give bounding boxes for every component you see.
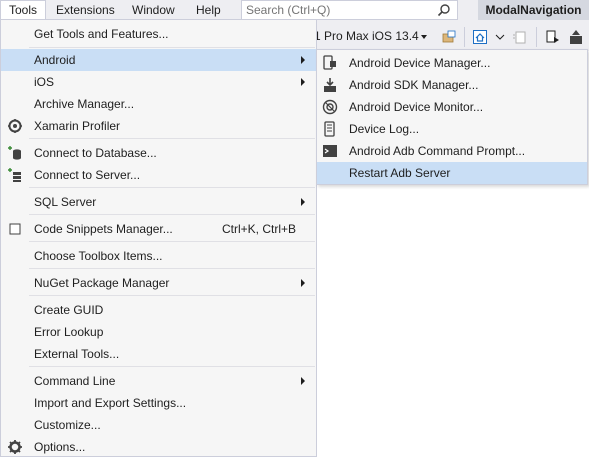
submenu-item-label: Restart Adb Server	[349, 166, 451, 180]
menu-item-android[interactable]: Android	[1, 49, 316, 71]
menu-item-label: Options...	[34, 440, 86, 454]
menu-item-label: Connect to Database...	[34, 146, 157, 160]
submenu-arrow-icon	[301, 198, 305, 206]
menu-separator	[29, 241, 315, 242]
menu-item-sql-server[interactable]: SQL Server	[1, 191, 316, 213]
menu-separator	[29, 295, 315, 296]
menu-separator	[29, 187, 315, 188]
menu-item-label: SQL Server	[34, 195, 97, 209]
device-log-icon	[322, 121, 338, 137]
menu-item-import-export[interactable]: Import and Export Settings...	[1, 392, 316, 414]
submenu-item-label: Android Adb Command Prompt...	[349, 144, 526, 158]
device-manager-icon	[322, 55, 338, 71]
menu-extensions[interactable]: Extensions	[48, 0, 123, 20]
menu-separator	[29, 366, 315, 367]
toolbar-separator	[464, 27, 465, 47]
menu-item-shortcut: Ctrl+K, Ctrl+B	[221, 222, 296, 236]
submenu-item-sdk-manager[interactable]: Android SDK Manager...	[317, 74, 587, 96]
menu-item-archive-manager[interactable]: Archive Manager...	[1, 93, 316, 115]
menu-item-label: NuGet Package Manager	[34, 276, 170, 290]
menu-item-error-lookup[interactable]: Error Lookup	[1, 321, 316, 343]
menu-item-get-tools[interactable]: Get Tools and Features...	[1, 23, 316, 45]
snippet-icon	[7, 221, 23, 237]
menu-item-create-guid[interactable]: Create GUID	[1, 299, 316, 321]
menu-item-options[interactable]: Options...	[1, 436, 316, 458]
submenu-item-device-monitor[interactable]: Android Device Monitor...	[317, 96, 587, 118]
menu-item-xamarin-profiler[interactable]: Xamarin Profiler	[1, 115, 316, 137]
menu-item-label: Import and Export Settings...	[34, 396, 187, 410]
chevron-down-icon[interactable]	[421, 35, 427, 39]
menu-item-label: Android	[34, 53, 76, 67]
menu-bar: Tools Extensions Window Help ModalNaviga…	[0, 0, 589, 21]
submenu-item-label: Device Log...	[349, 122, 420, 136]
menu-item-external-tools[interactable]: External Tools...	[1, 343, 316, 365]
submenu-item-device-manager[interactable]: Android Device Manager...	[317, 52, 587, 74]
database-connect-icon	[7, 145, 23, 161]
menu-item-label: Choose Toolbox Items...	[34, 249, 163, 263]
server-connect-icon	[7, 167, 23, 183]
menu-item-label: Error Lookup	[34, 325, 104, 339]
menu-item-command-line[interactable]: Command Line	[1, 370, 316, 392]
profiler-icon	[7, 118, 23, 134]
search-icon[interactable]	[437, 3, 451, 20]
search-box	[241, 0, 458, 20]
submenu-item-restart-adb[interactable]: Restart Adb Server	[317, 162, 587, 184]
submenu-item-device-log[interactable]: Device Log...	[317, 118, 587, 140]
menu-item-choose-toolbox[interactable]: Choose Toolbox Items...	[1, 245, 316, 267]
menu-item-label: External Tools...	[34, 347, 120, 361]
menu-help[interactable]: Help	[188, 0, 229, 20]
menu-item-label: Customize...	[34, 418, 101, 432]
menu-item-label: Create GUID	[34, 303, 104, 317]
menu-item-label: Command Line	[34, 374, 116, 388]
menu-separator	[29, 268, 315, 269]
terminal-icon	[322, 143, 338, 159]
chevron-down-icon[interactable]	[494, 29, 510, 45]
menu-separator	[29, 47, 315, 48]
submenu-item-label: Android Device Monitor...	[349, 100, 484, 114]
toolbar-separator	[536, 27, 537, 47]
menu-separator	[29, 138, 315, 139]
project-name-badge: ModalNavigation	[478, 0, 589, 20]
menu-window[interactable]: Window	[124, 0, 183, 20]
menu-tools[interactable]: Tools	[0, 0, 47, 21]
deploy-icon[interactable]	[568, 29, 584, 45]
submenu-item-adb-prompt[interactable]: Android Adb Command Prompt...	[317, 140, 587, 162]
search-input[interactable]	[246, 3, 431, 17]
submenu-arrow-icon	[301, 56, 305, 64]
submenu-arrow-icon	[301, 377, 305, 385]
menu-item-nuget[interactable]: NuGet Package Manager	[1, 272, 316, 294]
gear-icon	[7, 439, 23, 455]
monitor-icon	[322, 99, 338, 115]
menu-item-customize[interactable]: Customize...	[1, 414, 316, 436]
menu-item-connect-database[interactable]: Connect to Database...	[1, 142, 316, 164]
menu-item-label: Get Tools and Features...	[34, 27, 169, 41]
menu-separator	[29, 214, 315, 215]
sdk-download-icon	[322, 77, 338, 93]
menu-item-label: Code Snippets Manager...	[34, 222, 173, 236]
menu-item-label: Archive Manager...	[34, 97, 135, 111]
menu-item-label: Connect to Server...	[34, 168, 141, 182]
submenu-item-label: Android Device Manager...	[349, 56, 491, 70]
android-submenu: Android Device Manager... Android SDK Ma…	[316, 49, 588, 185]
menu-item-ios[interactable]: iOS	[1, 71, 316, 93]
device-selector[interactable]: 1 Pro Max iOS 13.4	[314, 29, 419, 43]
folder-icon[interactable]	[441, 29, 457, 45]
tools-menu: Get Tools and Features... Android iOS Ar…	[0, 19, 317, 457]
menu-item-label: Xamarin Profiler	[34, 119, 121, 133]
submenu-arrow-icon	[301, 78, 305, 86]
document-icon[interactable]	[512, 29, 528, 45]
home-icon[interactable]	[472, 29, 488, 45]
submenu-item-label: Android SDK Manager...	[349, 78, 479, 92]
play-document-icon[interactable]	[545, 29, 561, 45]
menu-item-label: iOS	[34, 75, 55, 89]
submenu-arrow-icon	[301, 279, 305, 287]
menu-item-code-snippets[interactable]: Code Snippets Manager... Ctrl+K, Ctrl+B	[1, 218, 316, 240]
menu-item-connect-server[interactable]: Connect to Server...	[1, 164, 316, 186]
